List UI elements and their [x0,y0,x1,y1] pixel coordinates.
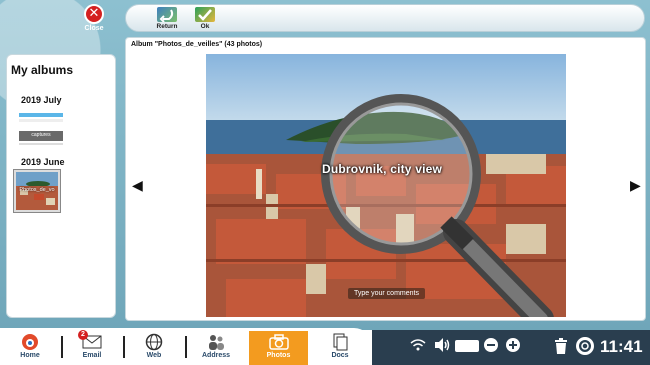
album-thumb-caption: captures [31,132,51,138]
return-button[interactable]: Return [152,7,182,30]
album-group-june: 2019 June [21,157,65,167]
nav-email-label: Email [82,352,102,359]
nav-address-label: Address [201,352,230,359]
camera-icon [249,333,308,351]
albums-panel: My albums 2019 July captures 2019 June P… [6,54,116,318]
album-group-july: 2019 July [21,95,62,105]
album-caption: Album "Photos_de_veilles" (43 photos) [131,41,263,48]
previous-arrow-icon[interactable]: ◀ [132,178,143,194]
clock: 11:41 [600,337,643,356]
email-badge: 2 [78,330,88,340]
trash-icon[interactable] [553,337,569,359]
nav-photos[interactable]: Photos [249,331,308,365]
email-icon [64,333,120,351]
nav-web[interactable]: Web [126,331,182,365]
close-icon: ✕ [84,4,104,24]
nav-separator [185,336,187,358]
album-thumb-caption: Photos_de_vo [19,187,55,193]
albums-title: My albums [11,63,74,77]
return-label: Return [156,23,178,30]
ok-icon [195,7,215,22]
home-icon [2,333,58,351]
globe-icon [126,333,182,351]
nav-docs-label: Docs [331,352,349,359]
ok-label: Ok [200,23,210,30]
nav-home[interactable]: Home [2,331,58,365]
help-icon[interactable] [576,337,594,359]
nav-docs[interactable]: Docs [312,331,368,365]
return-icon [157,7,177,23]
album-thumb-photos[interactable]: Photos_de_vo [13,169,61,213]
nav-home-label: Home [20,352,40,359]
wifi-icon [410,337,426,357]
ok-button[interactable]: Ok [190,7,220,30]
comment-input[interactable]: Type your comments [348,288,425,299]
volume-down-icon[interactable] [483,337,499,357]
photo-title: Dubrovnik, city view [322,162,443,176]
photo-viewer: Album "Photos_de_veilles" (43 photos) ◀ … [125,37,646,321]
nav-separator [123,336,125,358]
nav-photos-label: Photos [266,352,291,359]
docs-icon [312,333,368,351]
brightness-icon[interactable] [530,337,546,357]
top-toolbar: Return Ok [125,4,645,32]
close-button[interactable]: ✕ Close [80,4,108,32]
nav-email[interactable]: Email [64,331,120,365]
nav-address[interactable]: Address [188,331,244,365]
close-label: Close [84,25,104,32]
volume-up-icon[interactable] [505,337,521,357]
album-thumb-captures[interactable]: captures [19,109,63,145]
volume-icon[interactable] [433,337,451,357]
nav-web-label: Web [146,352,162,359]
photo-image[interactable] [206,54,566,317]
next-arrow-icon[interactable]: ▶ [630,178,641,194]
volume-level-bar[interactable] [455,340,479,352]
contacts-icon [188,333,244,351]
nav-separator [61,336,63,358]
